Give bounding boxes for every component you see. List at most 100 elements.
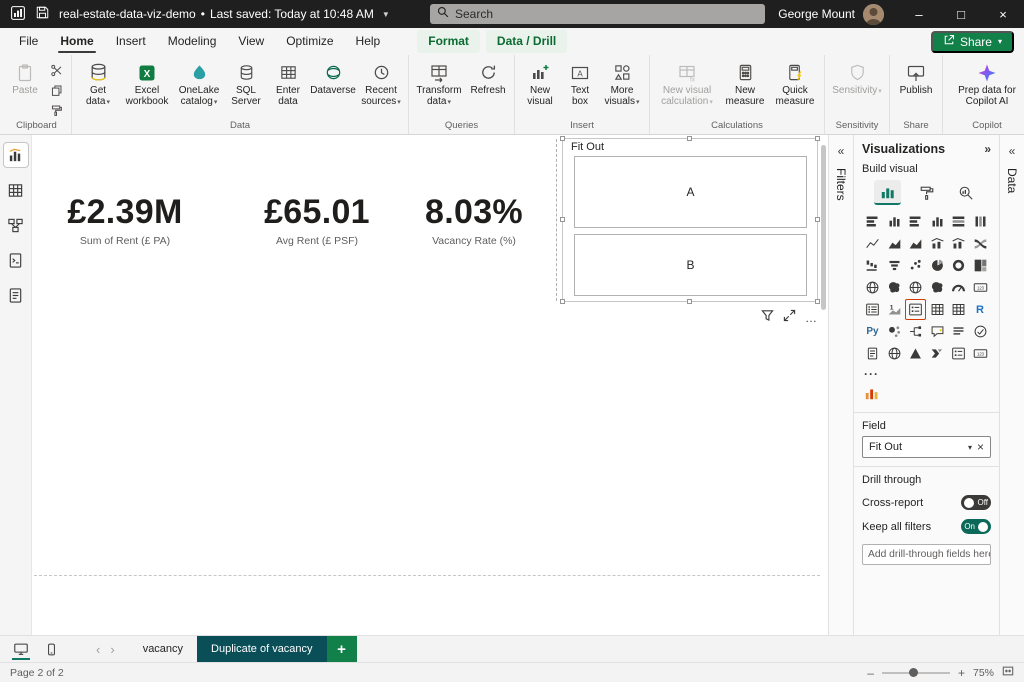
field-well-fit-out[interactable]: Fit Out ▾ × (862, 436, 991, 458)
visual-icon-r-script-visual[interactable]: R (970, 299, 991, 320)
custom-visual-icon[interactable] (862, 381, 991, 404)
kpi-card-sum-of-rent[interactable]: £2.39M Sum of Rent (£ PA) (45, 193, 205, 247)
visual-icon-smart-narrative[interactable] (948, 321, 969, 342)
visual-icon-shape-map[interactable] (927, 277, 948, 298)
tab-help[interactable]: Help (345, 28, 392, 55)
excel-workbook-button[interactable]: X Excel workbook (121, 58, 173, 107)
visual-icon-treemap[interactable] (970, 255, 991, 276)
sql-server-button[interactable]: SQL Server (225, 58, 267, 107)
visual-icon-new-card[interactable]: 123 (970, 343, 991, 364)
tmdl-view-icon[interactable] (4, 283, 28, 307)
visual-icon-multi-row-card[interactable] (862, 299, 883, 320)
report-view-icon[interactable] (4, 143, 28, 167)
resize-handle[interactable] (560, 299, 565, 304)
onelake-catalog-button[interactable]: OneLake catalog▾ (174, 58, 224, 108)
transform-data-button[interactable]: Transform data▾ (413, 58, 465, 108)
tab-home[interactable]: Home (49, 28, 104, 55)
resize-handle[interactable] (560, 136, 565, 141)
recent-sources-button[interactable]: Recent sources▾ (358, 58, 404, 108)
cut-button[interactable] (45, 61, 67, 79)
cross-report-toggle[interactable]: Off (961, 495, 991, 510)
visual-icon-ribbon-chart[interactable] (970, 233, 991, 254)
slicer-item-b[interactable]: B (574, 234, 807, 296)
visual-icon-line-chart[interactable] (862, 233, 883, 254)
search-input[interactable] (455, 7, 758, 21)
zoom-slider[interactable] (882, 672, 950, 674)
page-tab-duplicate-of-vacancy[interactable]: Duplicate of vacancy (197, 636, 327, 662)
resize-handle[interactable] (687, 136, 692, 141)
slicer-item-a[interactable]: A (574, 156, 807, 228)
sensitivity-button[interactable]: Sensitivity▾ (829, 58, 885, 97)
filter-icon[interactable] (761, 309, 774, 327)
visual-icon-clustered-bar-chart[interactable] (905, 211, 926, 232)
visual-icon-scatter-chart[interactable] (905, 255, 926, 276)
visual-icon-stacked-bar-chart[interactable] (862, 211, 883, 232)
fit-to-page-icon[interactable] (1002, 665, 1014, 680)
model-view-icon[interactable] (4, 213, 28, 237)
refresh-button[interactable]: Refresh (466, 58, 510, 96)
more-visuals-button[interactable]: More visuals▾ (599, 58, 645, 108)
mobile-layout-icon[interactable] (38, 636, 64, 662)
format-painter-button[interactable] (45, 101, 67, 119)
format-visual-icon[interactable] (913, 180, 940, 205)
visual-icon-map[interactable] (862, 277, 883, 298)
visual-icon-decomposition-tree[interactable] (905, 321, 926, 342)
visual-icon-python-visual[interactable]: Py (862, 321, 883, 342)
visual-icon-gauge[interactable] (948, 277, 969, 298)
visual-icon-azure-map[interactable] (905, 277, 926, 298)
dataverse-button[interactable]: Dataverse (309, 58, 357, 96)
document-title-dropdown[interactable]: real-estate-data-viz-demo • Last saved: … (59, 7, 390, 21)
tab-optimize[interactable]: Optimize (275, 28, 344, 55)
enter-data-button[interactable]: Enter data (268, 58, 308, 107)
visual-icon-power-automate[interactable] (927, 343, 948, 364)
minimize-button[interactable]: – (898, 0, 940, 28)
visual-icon-100-stacked-column-chart[interactable] (970, 211, 991, 232)
visual-icon-new-slicer[interactable] (948, 343, 969, 364)
remove-field-icon[interactable]: × (977, 442, 984, 452)
canvas-scrollbar[interactable] (820, 139, 827, 631)
visual-icon-line-and-stacked-column-chart[interactable] (927, 233, 948, 254)
visual-icon-funnel-chart[interactable] (884, 255, 905, 276)
chevron-down-icon[interactable]: ▾ (968, 443, 972, 452)
kpi-card-vacancy-rate[interactable]: 8.03% Vacancy Rate (%) (399, 193, 549, 247)
quick-measure-button[interactable]: Quick measure (770, 58, 820, 107)
expand-data-icon[interactable]: « (1009, 144, 1016, 158)
kpi-card-avg-rent[interactable]: £65.01 Avg Rent (£ PSF) (232, 193, 402, 247)
get-data-button[interactable]: Get data▾ (76, 58, 120, 108)
visual-icon-q-and-a[interactable] (927, 321, 948, 342)
zoom-in-button[interactable]: + (958, 666, 965, 680)
maximize-button[interactable]: □ (940, 0, 982, 28)
visual-icon-matrix[interactable] (948, 299, 969, 320)
visual-icon-stacked-column-chart[interactable] (884, 211, 905, 232)
desktop-layout-icon[interactable] (8, 636, 34, 662)
visual-icon-100-stacked-bar-chart[interactable] (948, 211, 969, 232)
page-tab-vacancy[interactable]: vacancy (129, 636, 197, 662)
tab-file[interactable]: File (8, 28, 49, 55)
visual-icon-clustered-column-chart[interactable] (927, 211, 948, 232)
text-box-button[interactable]: A Text box (562, 58, 598, 107)
dax-query-view-icon[interactable] (4, 248, 28, 272)
visual-icon-table[interactable] (927, 299, 948, 320)
visual-icon-arcgis-map[interactable] (884, 343, 905, 364)
scrollbar-thumb[interactable] (821, 145, 826, 310)
visual-icon-pie-chart[interactable] (927, 255, 948, 276)
visual-icon-filled-map[interactable] (884, 277, 905, 298)
visual-icon-line-and-clustered-column-chart[interactable] (948, 233, 969, 254)
search-box[interactable] (430, 4, 765, 24)
more-options-icon[interactable]: … (805, 313, 818, 323)
user-avatar[interactable] (863, 4, 884, 25)
visual-icon-area-chart[interactable] (884, 233, 905, 254)
publish-button[interactable]: Publish (894, 58, 938, 96)
analytics-icon[interactable] (952, 180, 979, 205)
resize-handle[interactable] (560, 217, 565, 222)
prep-data-copilot-button[interactable]: Prep data for Copilot AI (947, 58, 1024, 107)
copy-button[interactable] (45, 81, 67, 99)
build-visual-icon[interactable] (874, 180, 901, 205)
table-view-icon[interactable] (4, 178, 28, 202)
visual-icon-slicer[interactable] (905, 299, 926, 320)
expand-filters-icon[interactable]: « (838, 144, 845, 158)
zoom-slider-thumb[interactable] (909, 668, 918, 677)
new-visual-calculation-button[interactable]: fx New visual calculation▾ (654, 58, 720, 108)
previous-page-icon[interactable]: ‹ (96, 642, 100, 657)
visual-icon-waterfall-chart[interactable] (862, 255, 883, 276)
